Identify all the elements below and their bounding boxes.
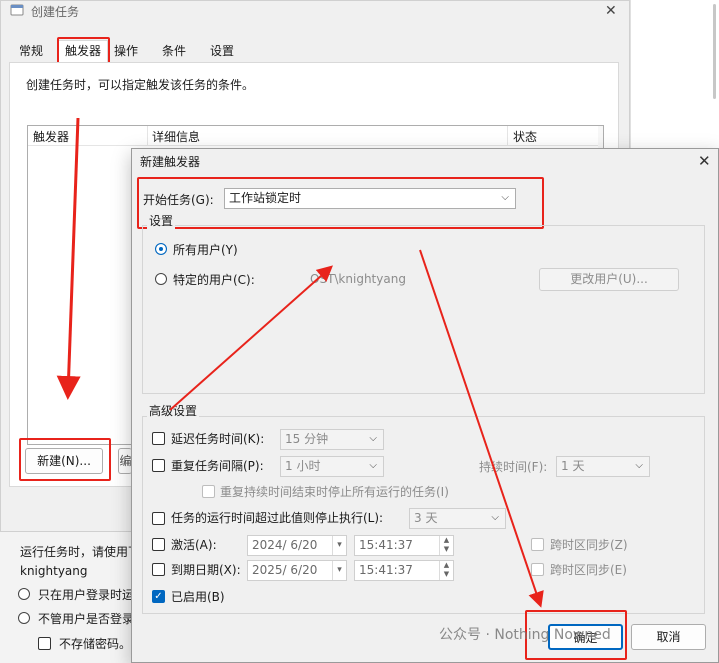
dialog-title: 新建触发器 [140,155,201,169]
tab-actions[interactable]: 操作 [107,40,145,62]
watermark: 公众号 · Nothing Nowned [439,627,611,643]
repeat-task-label: 重复任务间隔(P): [171,459,264,473]
chevron-down-icon: ⌵ [369,433,377,444]
expire-date-picker[interactable]: 2025/ 6/20 ▾ [247,560,347,581]
duration-label: 持续时间(F): [479,460,548,474]
sync-tz-activate-label: 跨时区同步(Z) [550,538,628,552]
run-as-text: 运行任务时，请使用下 [20,545,141,559]
expire-time-picker[interactable]: 15:41:37 ▲ ▼ [354,560,454,581]
stop-if-longer-label: 任务的运行时间超过此值则停止执行(L): [171,511,384,525]
all-users-label: 所有用户(Y) [173,243,238,257]
calendar-dropdown-icon[interactable]: ▾ [332,536,346,555]
annotation-box-begin-task [137,177,544,229]
chevron-down-icon: ⌵ [491,512,499,523]
expire-label: 到期日期(X): [171,563,241,577]
calendar-dropdown-icon[interactable]: ▾ [332,561,346,580]
window-title: 创建任务 [31,5,80,19]
stop-all-tasks-label: 重复持续时间结束时停止所有运行的任务(I) [220,485,449,499]
stop-if-longer-value: 3 天 [414,511,438,525]
delay-value: 15 分钟 [285,432,329,446]
expire-date: 2025/ 6/20 [252,563,318,577]
activate-date: 2024/ 6/20 [252,538,318,552]
activate-label: 激活(A): [171,538,217,552]
column-header-status[interactable]: 状态 [513,128,537,145]
column-divider [507,126,508,146]
radio-whether-logged-on[interactable] [18,612,30,624]
run-as-user: knightyang [20,564,88,578]
activate-time-picker[interactable]: 15:41:37 ▲ ▼ [354,535,454,556]
triggers-description: 创建任务时，可以指定触发该任务的条件。 [26,78,255,92]
checkbox-sync-tz-expire[interactable] [531,563,544,576]
radio-specific-user[interactable] [155,273,167,285]
tab-conditions[interactable]: 条件 [155,40,193,62]
checkbox-activate[interactable] [152,538,165,551]
sync-tz-expire-label: 跨时区同步(E) [550,563,627,577]
cancel-button[interactable]: 取消 [631,624,706,650]
annotation-box-triggers-tab [57,37,110,64]
radio-all-users[interactable] [155,243,167,255]
column-header-trigger[interactable]: 触发器 [33,128,69,145]
task-scheduler-icon [10,4,24,16]
checkbox-enabled[interactable]: ✓ [152,590,165,603]
radio-logged-on[interactable] [18,588,30,600]
advanced-legend: 高级设置 [147,402,200,419]
spin-arrows-icon[interactable]: ▲ ▼ [439,536,453,555]
scrollbar[interactable] [713,4,716,99]
duration-select[interactable]: 1 天 ⌵ [556,456,650,477]
checkbox-repeat-task[interactable] [152,459,165,472]
column-header-details[interactable]: 详细信息 [152,128,200,145]
checkbox-no-store-password[interactable] [38,637,51,650]
duration-value: 1 天 [561,459,585,473]
enabled-label: 已启用(B) [171,590,225,604]
checkbox-expire[interactable] [152,563,165,576]
activate-date-picker[interactable]: 2024/ 6/20 ▾ [247,535,347,556]
chevron-down-icon: ⌵ [635,460,643,471]
checkbox-sync-tz-activate[interactable] [531,538,544,551]
dialog-close-icon[interactable]: ✕ [698,152,711,170]
specific-user-label: 特定的用户(C): [173,273,255,287]
repeat-value: 1 小时 [285,459,321,473]
activate-time: 15:41:37 [359,538,413,552]
annotation-box-new-button [19,438,111,481]
delay-task-label: 延迟任务时间(K): [171,432,265,446]
delay-select[interactable]: 15 分钟 ⌵ [280,429,384,450]
expire-time: 15:41:37 [359,563,413,577]
chevron-down-icon: ⌵ [369,460,377,471]
checkbox-delay-task[interactable] [152,432,165,445]
edit-trigger-button[interactable]: 编 [118,448,132,474]
tab-settings[interactable]: 设置 [203,40,241,62]
checkbox-stop-if-longer[interactable] [152,512,165,525]
close-icon[interactable]: ✕ [605,3,617,19]
change-user-button[interactable]: 更改用户(U)... [539,268,679,291]
specific-user-value: OST\knightyang [310,272,406,286]
checkbox-stop-all-tasks[interactable] [202,485,215,498]
column-divider [147,126,148,146]
spin-arrows-icon[interactable]: ▲ ▼ [439,561,453,580]
radio-logged-on-label: 只在用户登录时运 [38,588,135,602]
settings-legend: 设置 [147,212,176,229]
no-store-password-label: 不存储密码。 [59,637,132,651]
stop-if-longer-select[interactable]: 3 天 ⌵ [409,508,506,529]
tab-general[interactable]: 常规 [12,40,50,62]
radio-whether-label: 不管用户是否登录 [38,612,135,626]
repeat-select[interactable]: 1 小时 ⌵ [280,456,384,477]
